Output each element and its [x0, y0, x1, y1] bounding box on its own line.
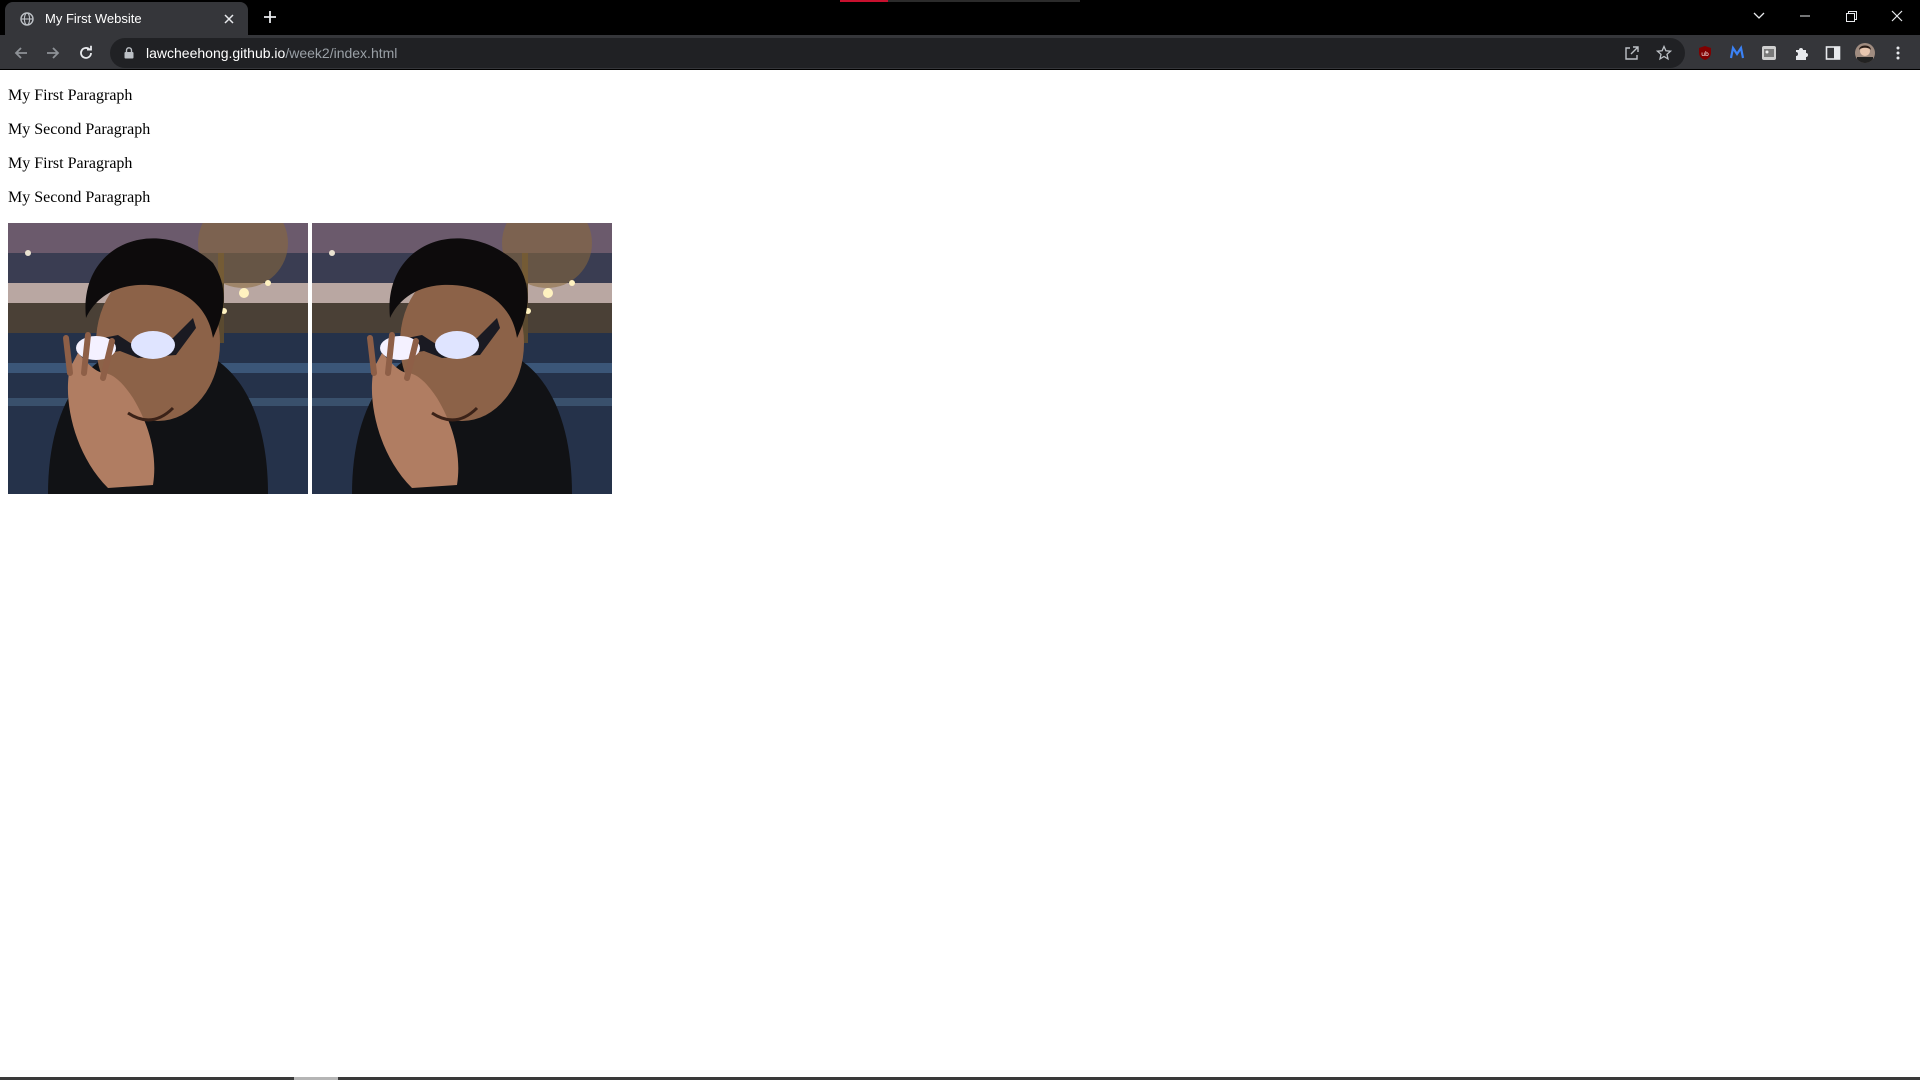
avatar[interactable] [1854, 42, 1876, 64]
url-text[interactable]: lawcheehong.github.io/week2/index.html [146, 45, 397, 61]
side-panel-icon[interactable] [1822, 42, 1844, 64]
restore-icon[interactable] [1828, 0, 1874, 32]
browser-tab-active[interactable]: My First Website [5, 2, 248, 35]
new-tab-button[interactable] [258, 5, 282, 29]
paragraph: My First Paragraph [8, 87, 133, 104]
arrow-left-icon[interactable] [7, 39, 35, 67]
browser-toolbar: lawcheehong.github.io/week2/index.html u… [0, 35, 1920, 70]
paragraph: My Second Paragraph [8, 189, 151, 206]
paragraph: My First Paragraph [8, 155, 133, 172]
portrait-photo [8, 223, 308, 494]
tab-title: My First Website [45, 11, 142, 26]
media-indicator [840, 0, 1080, 2]
page-viewport: My First Paragraph My Second Paragraph M… [0, 71, 1920, 1080]
close-icon[interactable] [1874, 0, 1920, 32]
reload-icon[interactable] [72, 39, 100, 67]
lock-icon[interactable] [122, 46, 136, 60]
m-extension-icon[interactable] [1726, 42, 1748, 64]
url-path: /week2/index.html [285, 45, 398, 61]
ublock-icon[interactable]: ub [1694, 42, 1716, 64]
arrow-right-icon[interactable] [39, 39, 67, 67]
star-icon[interactable] [1653, 42, 1675, 64]
tab-close-icon[interactable] [220, 10, 238, 28]
kebab-menu-icon[interactable] [1887, 42, 1909, 64]
paragraph: My Second Paragraph [8, 121, 151, 138]
svg-text:ub: ub [1701, 51, 1709, 58]
photo-extension-icon[interactable] [1758, 42, 1780, 64]
share-icon[interactable] [1621, 42, 1643, 64]
address-bar[interactable]: lawcheehong.github.io/week2/index.html [110, 38, 1685, 68]
globe-icon [19, 11, 35, 27]
minimize-icon[interactable] [1782, 0, 1828, 32]
browser-titlebar: My First Website [0, 0, 1920, 35]
url-host: lawcheehong.github.io [146, 45, 286, 61]
portrait-photo [312, 223, 612, 494]
tab-search-icon[interactable] [1736, 0, 1782, 32]
puzzle-icon[interactable] [1790, 42, 1812, 64]
